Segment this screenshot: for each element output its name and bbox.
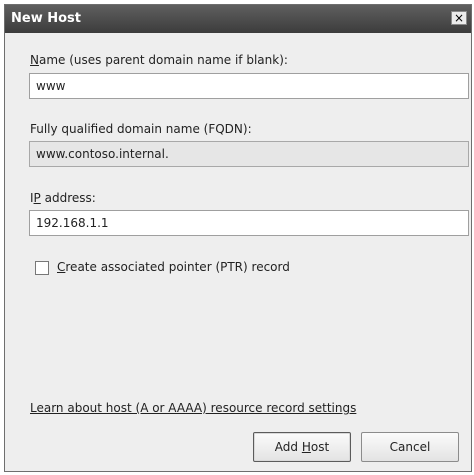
- add-host-rest: ost: [310, 440, 330, 454]
- fqdn-input: [29, 141, 469, 167]
- ip-label-text: address:: [40, 191, 96, 205]
- ip-address-input[interactable]: [29, 210, 469, 236]
- add-host-button[interactable]: Add Host: [253, 432, 351, 462]
- ip-address-label: IP address:: [30, 191, 96, 205]
- title-bar[interactable]: New Host ×: [5, 5, 471, 33]
- add-host-prefix: Add: [274, 440, 302, 454]
- new-host-dialog: New Host × Name (uses parent domain name…: [4, 4, 472, 472]
- name-input[interactable]: [29, 73, 469, 99]
- ptr-record-checkbox[interactable]: [35, 261, 49, 275]
- fqdn-field-label: Fully qualified domain name (FQDN):: [30, 122, 252, 136]
- dialog-title: New Host: [11, 11, 81, 26]
- ip-label-accelerator: P: [33, 191, 41, 205]
- name-label-text: ame (uses parent domain name if blank):: [38, 53, 288, 67]
- add-host-accelerator: H: [301, 440, 311, 454]
- help-link[interactable]: Learn about host (A or AAAA) resource re…: [30, 401, 356, 415]
- ptr-label-text: reate associated pointer (PTR) record: [65, 260, 290, 274]
- name-field-label: Name (uses parent domain name if blank):: [30, 53, 288, 67]
- close-icon[interactable]: ×: [451, 11, 467, 25]
- cancel-button[interactable]: Cancel: [361, 432, 459, 462]
- ptr-record-label[interactable]: Create associated pointer (PTR) record: [57, 260, 290, 274]
- name-label-accelerator: N: [30, 53, 39, 67]
